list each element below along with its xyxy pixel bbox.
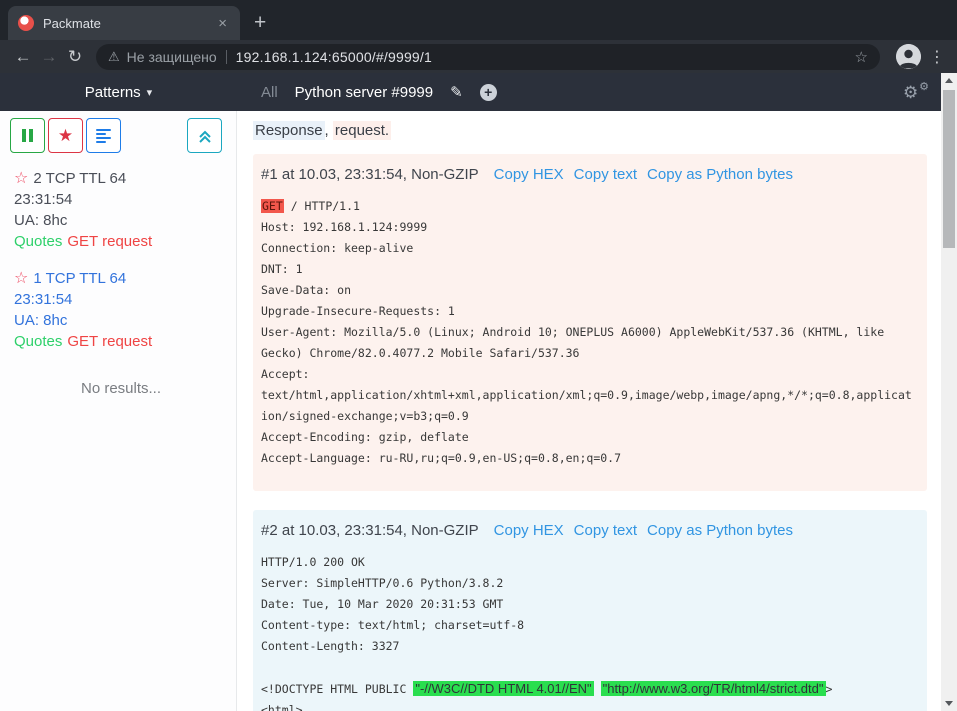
patterns-dropdown[interactable]: Patterns ▾	[0, 84, 237, 101]
pattern-quotes-label: Quotes	[14, 233, 62, 250]
no-results-label: No results...	[14, 378, 228, 399]
legend-response: Response	[253, 121, 325, 140]
stream-user-agent: UA: 8hc	[14, 210, 228, 231]
stream-sidebar: ★ ☆ 2 TCP TTL 64 23:31:54 UA: 8hc	[0, 111, 237, 711]
omnibox-divider	[226, 50, 227, 64]
favorites-filter-button[interactable]: ★	[48, 118, 83, 153]
favorite-star-icon[interactable]: ☆	[14, 271, 28, 287]
tab-close-icon[interactable]: ×	[215, 15, 230, 32]
packet-card-header: #2 at 10.03, 23:31:54, Non-GZIP Copy HEX…	[261, 520, 919, 541]
stream-list: ☆ 2 TCP TTL 64 23:31:54 UA: 8hc Quotes GE…	[0, 153, 236, 399]
sidebar-toolbar: ★	[0, 118, 236, 153]
packet-meta: #1 at 10.03, 23:31:54, Non-GZIP	[261, 164, 479, 185]
stream-found-patterns: Quotes GET request	[14, 331, 228, 352]
page-scrollbar[interactable]	[941, 73, 957, 711]
stream-user-agent: UA: 8hc	[14, 310, 228, 331]
copy-hex-link[interactable]: Copy HEX	[494, 164, 564, 185]
favorite-star-icon[interactable]: ☆	[14, 171, 28, 187]
url-text[interactable]: 192.168.1.124:65000/#/9999/1	[236, 49, 847, 65]
pause-capture-button[interactable]	[10, 118, 45, 153]
tab-title: Packmate	[43, 16, 215, 31]
stream-time: 23:31:54	[14, 289, 228, 310]
stream-item-selected[interactable]: ☆ 1 TCP TTL 64 23:31:54 UA: 8hc Quotes GE…	[14, 268, 228, 352]
copy-text-link[interactable]: Copy text	[574, 520, 637, 541]
security-label: Не защищено	[127, 49, 217, 65]
packet-body: HTTP/1.0 200 OK Server: SimpleHTTP/0.6 P…	[261, 552, 919, 711]
app-header: Patterns ▾ All Python server #9999 ✎ + ⚙…	[0, 73, 957, 111]
copy-python-link[interactable]: Copy as Python bytes	[647, 520, 793, 541]
packmate-favicon-icon	[18, 15, 34, 31]
copy-text-link[interactable]: Copy text	[574, 164, 637, 185]
pattern-get-request-label: GET request	[67, 333, 152, 350]
stream-item[interactable]: ☆ 2 TCP TTL 64 23:31:54 UA: 8hc Quotes GE…	[14, 168, 228, 252]
scroll-up-button[interactable]	[941, 73, 957, 88]
stream-found-patterns: Quotes GET request	[14, 231, 228, 252]
profile-avatar[interactable]	[896, 44, 921, 69]
packet-body: GET / HTTP/1.1 Host: 192.168.1.124:9999 …	[261, 196, 919, 469]
bookmark-star-icon[interactable]: ☆	[855, 48, 868, 66]
packet-card-request: #1 at 10.03, 23:31:54, Non-GZIP Copy HEX…	[253, 154, 927, 491]
scroll-down-button[interactable]	[941, 696, 957, 711]
packet-meta: #2 at 10.03, 23:31:54, Non-GZIP	[261, 520, 479, 541]
triangle-down-icon	[945, 701, 953, 706]
new-tab-button[interactable]: +	[254, 12, 266, 33]
tab-current-service[interactable]: Python server #9999	[295, 84, 433, 101]
back-icon[interactable]: ←	[10, 48, 36, 65]
pattern-legend: Response, request.	[253, 121, 927, 141]
forward-icon[interactable]: →	[36, 48, 62, 65]
add-service-icon[interactable]: +	[480, 84, 497, 101]
pattern-get-request-label: GET request	[67, 233, 152, 250]
scrollbar-thumb[interactable]	[943, 90, 955, 248]
address-bar[interactable]: ⚠ Не защищено 192.168.1.124:65000/#/9999…	[96, 44, 880, 70]
star-icon: ★	[58, 126, 73, 146]
settings-gears-icon[interactable]: ⚙ ⚙	[903, 82, 929, 102]
reload-icon[interactable]: ↻	[62, 48, 88, 65]
matched-pattern-highlight: GET	[261, 199, 284, 213]
stream-time: 23:31:54	[14, 189, 228, 210]
double-chevron-up-icon	[198, 129, 212, 143]
person-icon	[896, 44, 921, 69]
edit-service-icon[interactable]: ✎	[450, 83, 463, 101]
tab-all-services[interactable]: All	[261, 84, 278, 101]
stream-title: 1 TCP TTL 64	[33, 268, 126, 289]
browser-tab[interactable]: Packmate ×	[8, 6, 240, 40]
browser-menu-icon[interactable]: ⋮	[927, 47, 947, 67]
chevron-down-icon: ▾	[147, 86, 153, 99]
legend-request: request.	[333, 121, 391, 140]
packet-card-header: #1 at 10.03, 23:31:54, Non-GZIP Copy HEX…	[261, 164, 919, 185]
packet-view: Response, request. #1 at 10.03, 23:31:54…	[237, 111, 957, 711]
packet-card-response: #2 at 10.03, 23:31:54, Non-GZIP Copy HEX…	[253, 510, 927, 711]
matched-pattern-highlight: "http://www.w3.org/TR/html4/strict.dtd"	[601, 681, 826, 696]
triangle-up-icon	[945, 78, 953, 83]
pause-icon	[22, 129, 33, 142]
copy-hex-link[interactable]: Copy HEX	[494, 520, 564, 541]
patterns-label: Patterns	[85, 84, 141, 101]
align-left-icon	[96, 127, 111, 145]
browser-tab-strip: Packmate × +	[0, 0, 957, 40]
pattern-quotes-label: Quotes	[14, 333, 62, 350]
not-secure-warning-icon[interactable]: ⚠	[108, 49, 120, 65]
stream-title: 2 TCP TTL 64	[33, 168, 126, 189]
copy-python-link[interactable]: Copy as Python bytes	[647, 164, 793, 185]
browser-toolbar: ← → ↻ ⚠ Не защищено 192.168.1.124:65000/…	[0, 40, 957, 73]
list-view-button[interactable]	[86, 118, 121, 153]
collapse-sidebar-button[interactable]	[187, 118, 222, 153]
matched-pattern-highlight: "-//W3C//DTD HTML 4.01//EN"	[413, 681, 593, 696]
